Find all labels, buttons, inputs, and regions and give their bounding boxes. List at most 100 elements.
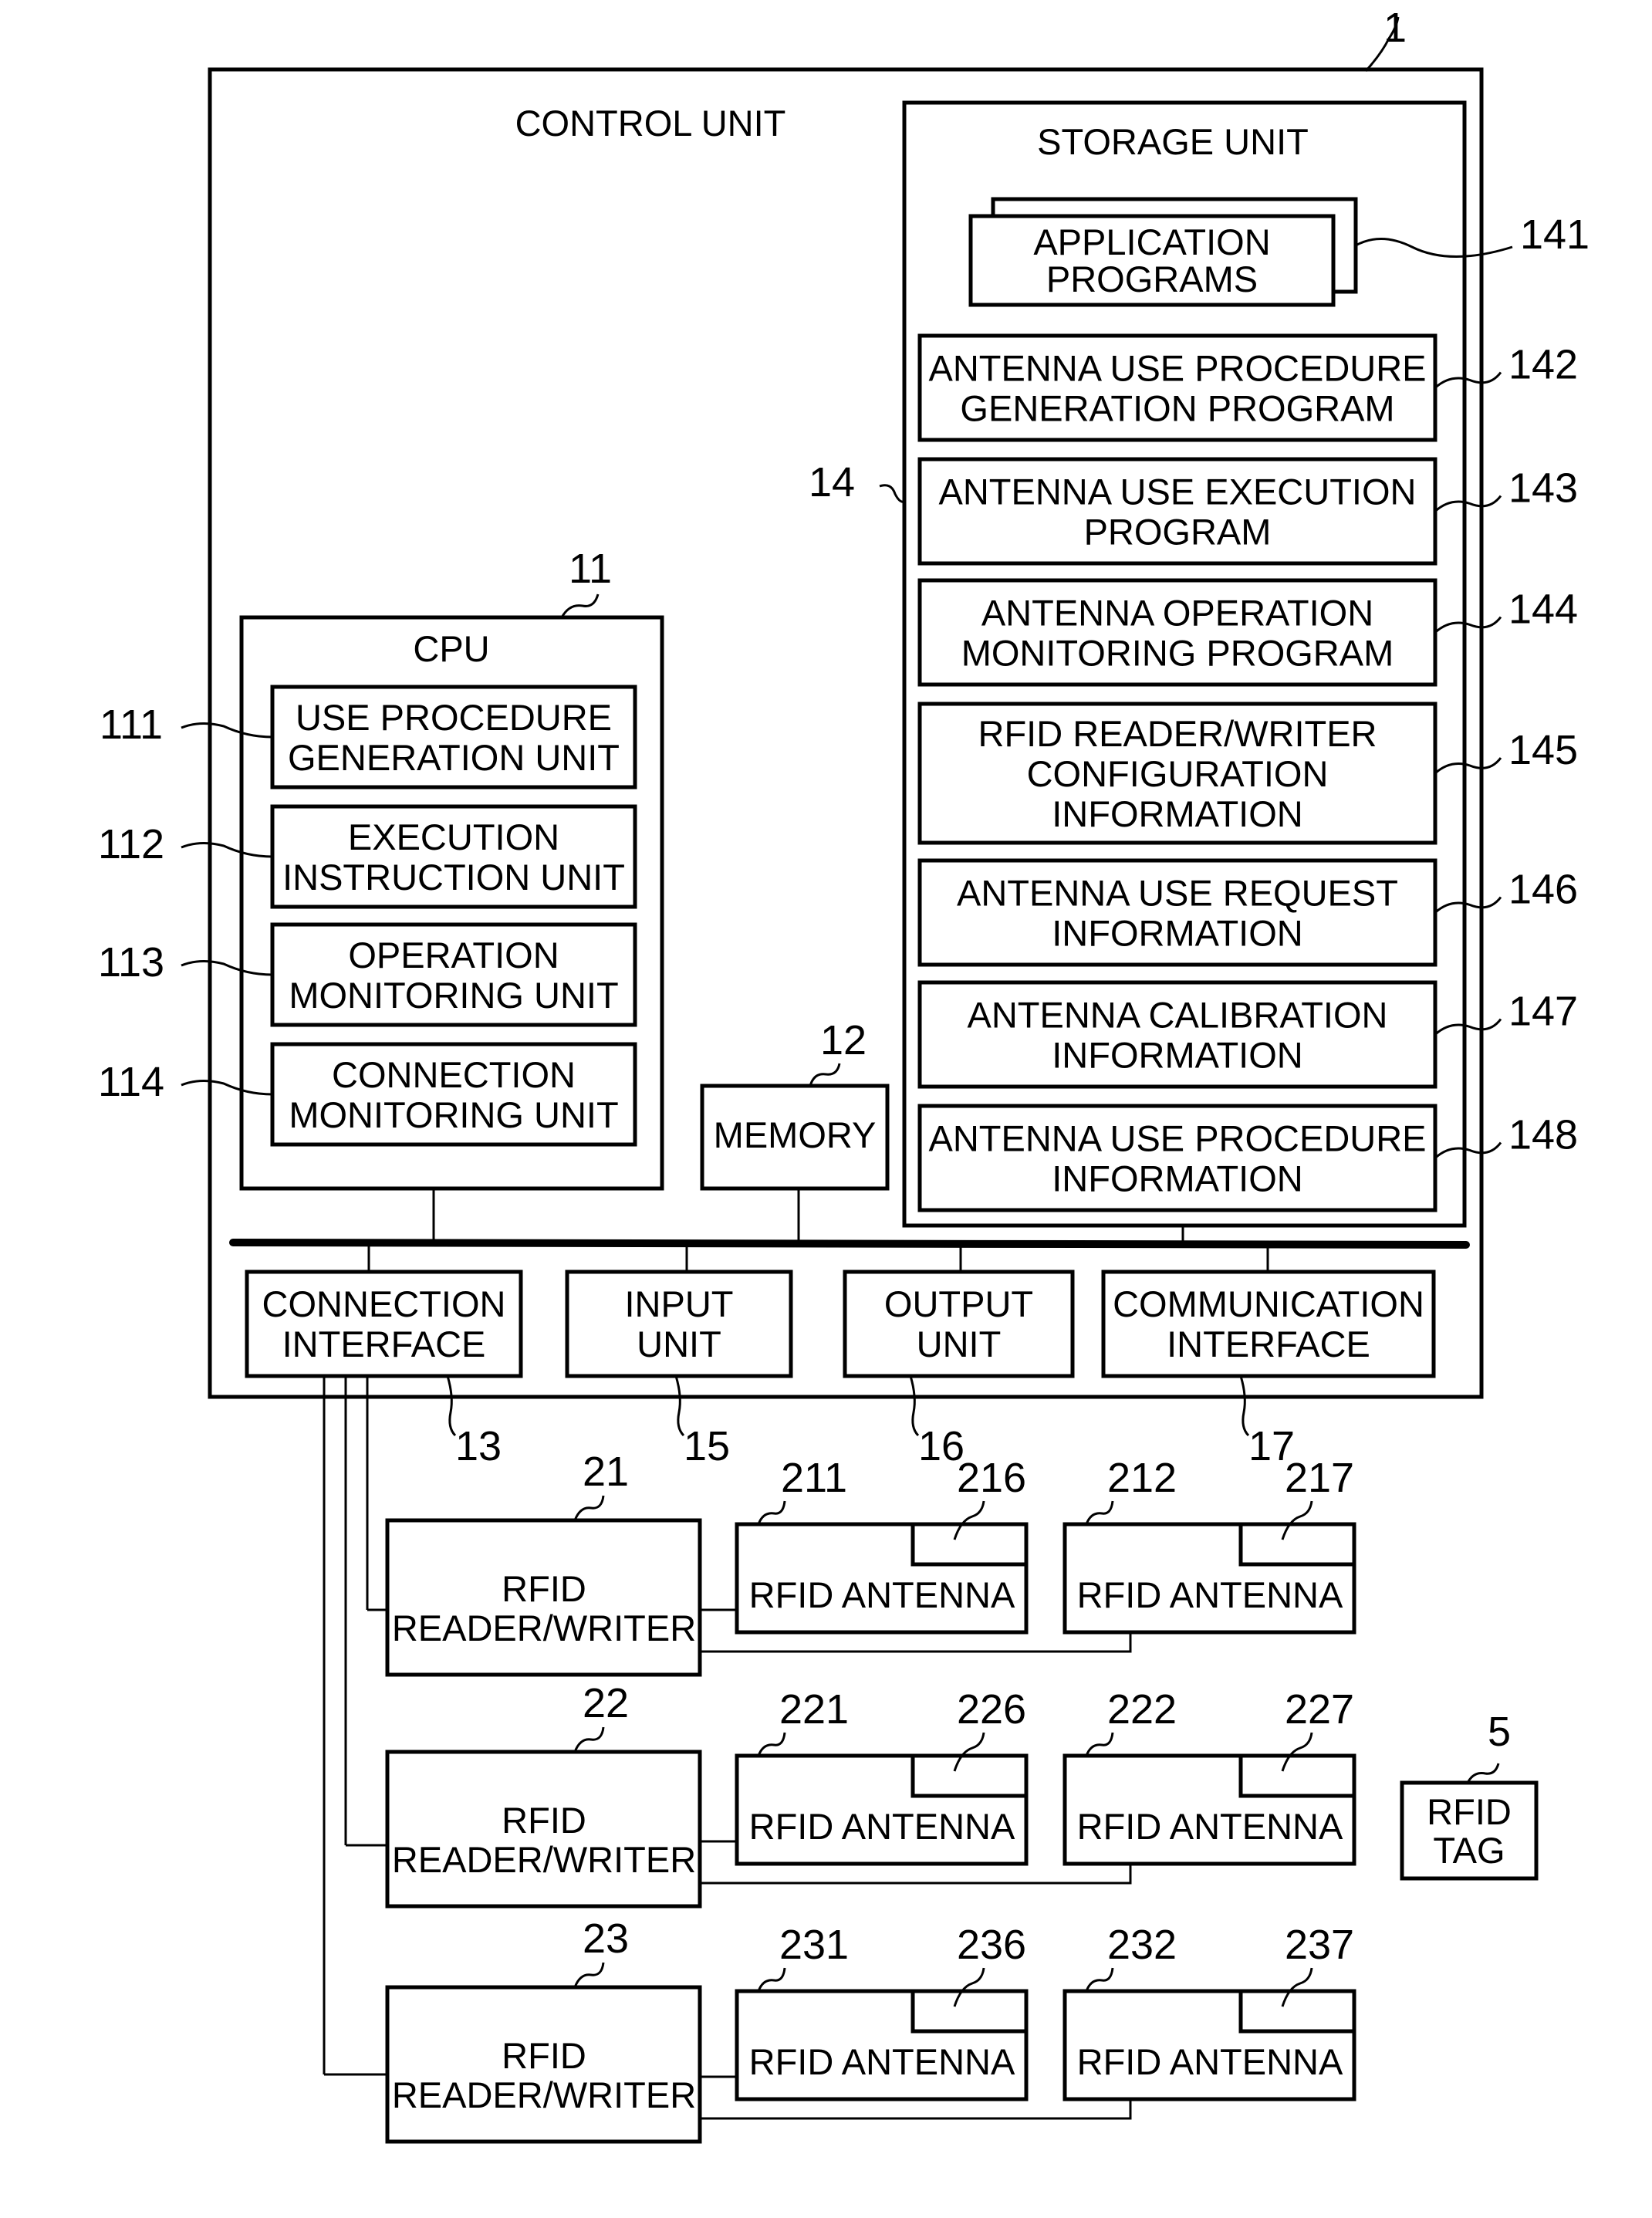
ref-label: 111 [100, 702, 163, 748]
interface-line: UNIT [917, 1324, 1002, 1364]
antenna-label: RFID ANTENNA [1077, 2041, 1343, 2082]
ref-label: 22 [583, 1680, 629, 1726]
ref-label: 113 [98, 939, 164, 986]
ref-label: 112 [98, 821, 164, 867]
ref-label: 11 [569, 546, 612, 592]
cpu-unit-line: EXECUTION [348, 817, 559, 857]
rfid-antenna: RFID ANTENNA 211 216 [735, 1455, 1029, 1635]
ref-label: 232 [1107, 1922, 1177, 1968]
rfid-reader-writer: RFIDREADER/WRITER 21 [385, 1449, 702, 1677]
cpu-unit-line: INSTRUCTION UNIT [282, 857, 625, 898]
ref-label: 212 [1107, 1455, 1177, 1501]
storage-item-line: PROGRAMS [1046, 259, 1258, 299]
ref-label: 211 [781, 1455, 847, 1501]
storage-item-line: INFORMATION [1052, 1158, 1303, 1199]
reader-line: RFID [502, 2035, 586, 2076]
ref-label: 145 [1508, 727, 1578, 773]
ref-label: 1 [1383, 5, 1407, 51]
interface-block: OUTPUTUNIT16 [843, 1244, 1075, 1469]
reader-rows: RFIDREADER/WRITER21RFID ANTENNA211 216RFI… [385, 1449, 1356, 2144]
storage-item-line: ANTENNA USE EXECUTION [939, 472, 1417, 512]
ref-label: 143 [1508, 465, 1578, 512]
storage-item-line: RFID READER/WRITER [978, 713, 1377, 754]
cpu-unit: USE PROCEDUREGENERATION UNIT 111 [100, 685, 637, 789]
reader-row: RFIDREADER/WRITER22RFID ANTENNA221 226RFI… [385, 1680, 1356, 1909]
rfid-reader-writer: RFIDREADER/WRITER 22 [385, 1680, 702, 1909]
storage-item-line: ANTENNA USE PROCEDURE [928, 348, 1426, 389]
interface-block: COMMUNICATIONINTERFACE17 [1101, 1244, 1436, 1469]
antenna-label: RFID ANTENNA [1077, 1806, 1343, 1847]
storage-item-line: INFORMATION [1052, 793, 1303, 834]
storage-item-line: INFORMATION [1052, 913, 1303, 954]
ref-label: 15 [684, 1423, 730, 1469]
ref-label: 147 [1508, 989, 1578, 1035]
rfid-tag-line: RFID [1427, 1791, 1512, 1832]
storage-unit-label: STORAGE UNIT [1037, 121, 1309, 162]
ref-label: 13 [455, 1423, 502, 1469]
ref-label: 21 [583, 1449, 629, 1495]
reader-line: RFID [502, 1800, 586, 1841]
cpu-unit: CONNECTIONMONITORING UNIT 114 [98, 1042, 637, 1147]
connection-wiring [323, 1378, 387, 2076]
interface-block: CONNECTIONINTERFACE 13 [245, 1244, 523, 1469]
interface-line: OUTPUT [884, 1283, 1033, 1324]
storage-item-line: INFORMATION [1052, 1035, 1303, 1076]
interface-line: COMMUNICATION [1113, 1283, 1424, 1324]
ref-label: 14 [809, 459, 855, 505]
cpu-unit-line: MONITORING UNIT [289, 975, 618, 1016]
block-diagram: CONTROL UNIT 1 STORAGE UNIT 14 APPLICATI… [98, 5, 1590, 2144]
interface-line: INTERFACE [282, 1324, 486, 1364]
storage-item-line: ANTENNA OPERATION [981, 593, 1373, 634]
rfid-tag-line: TAG [1433, 1830, 1505, 1871]
interface-line: CONNECTION [262, 1283, 506, 1324]
ref-label: 221 [779, 1686, 849, 1733]
ref-label: 237 [1285, 1922, 1354, 1968]
antenna-label: RFID ANTENNA [749, 1574, 1015, 1615]
ref-label: 222 [1107, 1686, 1177, 1733]
antenna-cable [700, 1632, 1132, 1653]
antenna-label: RFID ANTENNA [749, 2041, 1015, 2082]
ref-label: 227 [1285, 1686, 1354, 1733]
rfid-reader-writer: RFIDREADER/WRITER 23 [385, 1915, 702, 2144]
cpu-label: CPU [413, 628, 489, 669]
reader-row: RFIDREADER/WRITER21RFID ANTENNA211 216RFI… [385, 1449, 1356, 1677]
cpu-unit-line: USE PROCEDURE [296, 697, 612, 738]
cpu-unit: EXECUTIONINSTRUCTION UNIT 112 [98, 804, 637, 909]
storage-item-line: PROGRAM [1084, 512, 1272, 553]
rfid-antenna: RFID ANTENNA 212 217 [1062, 1455, 1356, 1635]
ref-label: 144 [1508, 587, 1578, 633]
antenna-label: RFID ANTENNA [749, 1806, 1015, 1847]
storage-item-line: ANTENNA USE PROCEDURE [928, 1118, 1426, 1159]
control-unit-label: CONTROL UNIT [515, 103, 786, 144]
storage-item-line: ANTENNA CALIBRATION [968, 995, 1388, 1036]
cpu-unit-line: CONNECTION [332, 1054, 576, 1095]
ref-label: 148 [1508, 1112, 1578, 1158]
reader-line: READER/WRITER [392, 1608, 696, 1648]
rfid-antenna: RFID ANTENNA 231 236 [735, 1922, 1029, 2101]
rfid-antenna: RFID ANTENNA 221 226 [735, 1686, 1029, 1866]
cpu-unit-line: GENERATION UNIT [288, 737, 620, 778]
ref-label: 231 [779, 1922, 849, 1968]
ref-label: 217 [1285, 1455, 1354, 1501]
ref-label: 146 [1508, 867, 1578, 913]
storage-item-line: ANTENNA USE REQUEST [957, 873, 1398, 914]
ref-label: 141 [1520, 211, 1590, 258]
cpu-unit-line: MONITORING UNIT [289, 1094, 618, 1135]
rfid-antenna: RFID ANTENNA 222 227 [1062, 1686, 1356, 1866]
storage-item-line: MONITORING PROGRAM [961, 633, 1394, 674]
antenna-cable [700, 1864, 1132, 1885]
reader-line: RFID [502, 1568, 586, 1609]
interface-block: INPUTUNIT 15 [565, 1244, 793, 1469]
ref-label: 12 [820, 1017, 867, 1063]
ref-label: 5 [1488, 1709, 1511, 1755]
memory-label: MEMORY [714, 1114, 877, 1155]
storage-item-line: CONFIGURATION [1027, 753, 1329, 794]
application-programs: APPLICATION PROGRAMS 141 [968, 197, 1590, 307]
storage-item-line: GENERATION PROGRAM [960, 388, 1394, 429]
antenna-cable [700, 2099, 1132, 2120]
ref-label: 236 [957, 1922, 1026, 1968]
reader-line: READER/WRITER [392, 2074, 696, 2115]
interface-line: INPUT [625, 1283, 734, 1324]
interface-line: INTERFACE [1167, 1324, 1370, 1364]
reader-line: READER/WRITER [392, 1839, 696, 1880]
